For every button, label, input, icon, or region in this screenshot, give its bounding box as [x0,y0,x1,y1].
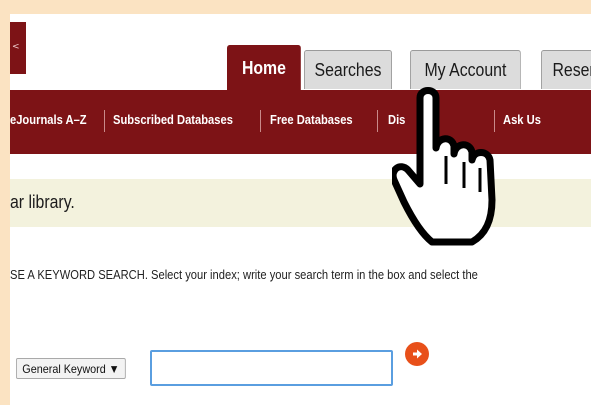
brand-glyph: < [12,42,20,52]
brand-tab[interactable]: < [10,22,26,74]
tab-my-account[interactable]: My Account [410,50,521,89]
nav-item-free-databases[interactable]: Free Databases [270,112,353,127]
index-select[interactable]: General Keyword ▼ [16,358,126,379]
welcome-banner: ar library. [10,179,591,227]
search-instruction: SE A KEYWORD SEARCH. Select your index; … [10,267,478,282]
welcome-text: ar library. [10,192,75,212]
nav-item-dis[interactable]: Dis [388,112,405,127]
nav-item-ask-us[interactable]: Ask Us [503,112,541,127]
nav-separator [104,110,105,132]
nav-bar: eJournals A–Z Subscribed Databases Free … [10,90,591,154]
search-go-button[interactable] [405,342,429,366]
search-input[interactable] [150,350,393,386]
tab-reserves[interactable]: Reserve [541,50,591,89]
arrow-right-circle-icon [413,349,422,359]
nav-item-subscribed-databases[interactable]: Subscribed Databases [113,112,233,127]
nav-item-ejournals[interactable]: eJournals A–Z [10,112,87,127]
nav-separator [494,110,495,132]
tab-home[interactable]: Home [227,45,301,90]
nav-separator [260,110,261,132]
library-page: < Reserve My Account Searches Home eJour… [10,14,591,405]
nav-separator [377,110,378,132]
tab-searches[interactable]: Searches [304,50,392,89]
